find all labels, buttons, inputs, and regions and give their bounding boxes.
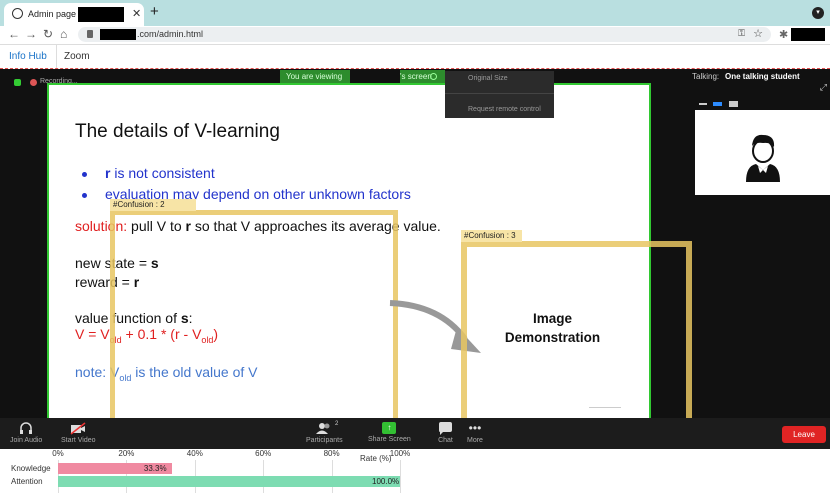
lock-icon	[87, 30, 93, 38]
address-bar[interactable]: .com/admin.html ⚿ ☆	[78, 27, 771, 42]
tab-info-hub[interactable]: Info Hub	[0, 45, 57, 69]
globe-icon	[12, 8, 23, 19]
chat-icon	[439, 422, 452, 435]
browser-tab[interactable]: Admin page of ✕	[4, 3, 144, 26]
more-icon: •••	[468, 421, 482, 435]
minimize-icon[interactable]	[699, 103, 707, 105]
leave-button[interactable]: Leave	[782, 426, 826, 443]
participants-button[interactable]: Participants 2	[306, 421, 343, 444]
x-tick-label: 60%	[255, 449, 272, 458]
x-tick-label: 0%	[52, 449, 64, 458]
key-icon[interactable]: ⚿	[738, 28, 745, 39]
redaction-block	[100, 29, 136, 40]
bookmark-star-icon[interactable]: ☆	[753, 27, 763, 40]
more-button[interactable]: ••• More	[467, 421, 483, 445]
category-label: Attention	[11, 477, 43, 486]
rate-chart: 0% 20% 40% 60% 80% 100% Rate (%) Knowledge 33.…	[0, 449, 830, 495]
zoom-meeting-view: Recording... You are viewing 's screen T…	[0, 69, 830, 449]
profile-icon[interactable]: ▾	[812, 7, 824, 19]
meeting-toolbar: Join Audio Start Video Participants 2 ↑ …	[0, 418, 830, 449]
expand-icon[interactable]: ⤢	[820, 82, 827, 93]
student-avatar-icon	[746, 134, 780, 182]
reload-icon[interactable]: ↻	[43, 27, 53, 41]
shield-icon	[14, 79, 21, 86]
divider	[445, 93, 554, 94]
join-audio-button[interactable]: Join Audio	[10, 422, 42, 444]
x-tick-label: 80%	[323, 449, 340, 458]
x-tick-label: 100%	[389, 449, 411, 458]
participants-icon	[316, 423, 330, 434]
x-axis-label: Rate (%)	[360, 454, 392, 463]
chat-button[interactable]: Chat	[438, 422, 453, 444]
speaker-view-icon[interactable]	[713, 102, 722, 106]
record-icon	[30, 79, 37, 86]
participant-video[interactable]	[695, 98, 830, 195]
tab-zoom[interactable]: Zoom	[55, 45, 99, 69]
new-tab-button[interactable]: +	[150, 4, 159, 20]
back-icon[interactable]: ←	[8, 27, 20, 41]
browser-toolbar: ← → ↻ ⌂ .com/admin.html ⚿ ☆ ✱	[0, 26, 830, 44]
grid-line	[400, 460, 401, 493]
app-tab-bar: Info Hub Zoom	[0, 45, 830, 69]
view-options-icon[interactable]	[430, 73, 437, 80]
forward-icon[interactable]: →	[25, 27, 37, 41]
bullet-icon	[82, 172, 87, 177]
x-tick-label: 20%	[118, 449, 135, 458]
confusion-label: #Confusion : 3	[461, 230, 522, 242]
redaction-block	[350, 70, 400, 83]
image-demonstration-text: Image Demonstration	[504, 311, 601, 345]
slide-title: The details of V-learning	[75, 121, 280, 142]
redaction-block	[791, 28, 825, 41]
bar	[58, 476, 400, 487]
browser-tab-strip: Admin page of ✕ + ▾	[0, 0, 830, 26]
talking-name: One talking student	[725, 72, 800, 81]
share-screen-button[interactable]: ↑ Share Screen	[368, 422, 411, 443]
home-icon[interactable]: ⌂	[60, 27, 67, 41]
bullet-icon	[82, 193, 87, 198]
participants-count: 2	[335, 421, 339, 427]
headphones-icon	[20, 422, 33, 434]
url-text: .com/admin.html	[137, 29, 204, 39]
redaction-block	[78, 7, 124, 22]
bar-value-label: 100.0%	[372, 477, 400, 486]
menu-item-request-remote-control[interactable]: Request remote control	[468, 106, 541, 113]
slide-bullet: r is not consistent	[105, 165, 215, 181]
menu-item-original-size[interactable]: Original Size	[468, 75, 508, 82]
category-label: Knowledge	[11, 464, 51, 473]
start-video-button[interactable]: Start Video	[61, 422, 96, 444]
x-tick-label: 40%	[186, 449, 203, 458]
viewing-banner[interactable]: You are viewing 's screen	[280, 70, 445, 83]
close-tab-icon[interactable]: ✕	[132, 7, 141, 20]
talking-indicator: Talking: One talking student	[692, 72, 800, 81]
extensions-icon[interactable]: ✱	[779, 28, 788, 41]
share-screen-icon: ↑	[382, 422, 397, 434]
confusion-label: #Confusion : 2	[110, 199, 196, 211]
video-off-icon	[70, 422, 86, 435]
bar-value-label: 33.3%	[143, 464, 167, 473]
video-panel-controls	[695, 98, 830, 110]
gallery-view-icon[interactable]	[729, 101, 738, 107]
view-options-menu: Original Size Request remote control	[445, 71, 554, 118]
confusion-box	[110, 210, 398, 425]
